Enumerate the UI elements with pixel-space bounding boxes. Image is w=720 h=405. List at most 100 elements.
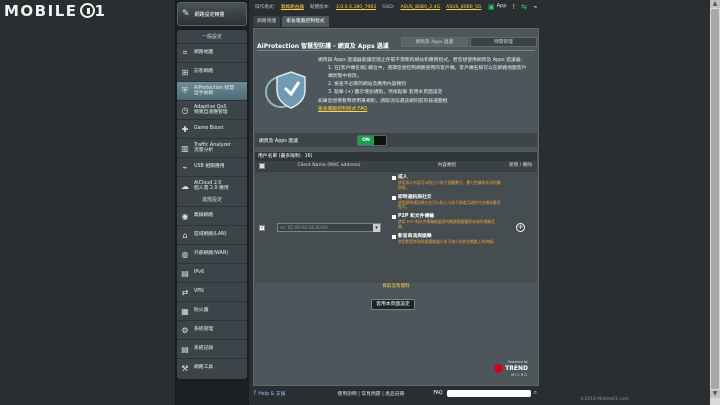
- wifi-icon: ◉: [181, 211, 189, 221]
- trend-micro-logo: Powered by TREND MICRO: [488, 360, 528, 382]
- sidebar-item-firewall[interactable]: ▦ 防火牆: [177, 301, 247, 320]
- sidebar-item-vpn[interactable]: ⇄ VPN: [177, 282, 247, 301]
- general-section: 一般設定 ⌗ 網路地圖 ⊞ 訪客網路 ⛨ AiProtection 智慧 型手術網 ◷…: [177, 30, 247, 197]
- category-adult-checkbox[interactable]: [392, 176, 396, 180]
- operation-mode-link[interactable]: 無線路由器: [281, 4, 304, 10]
- category-streaming-checkbox[interactable]: [392, 234, 396, 239]
- home-icon: ⌂: [182, 230, 188, 240]
- chart-icon: ▥: [181, 143, 189, 153]
- mac-address-input[interactable]: ex: 0C:9D:92:26:80:B0 ▾: [277, 223, 381, 232]
- col-add-delete: 新增 / 刪除: [509, 163, 532, 168]
- client-select-cell: ex: 0C:9D:92:26:80:B0 ▾: [269, 172, 389, 283]
- footer-links[interactable]: 使用說明 | 常見問題 | 產品註冊: [338, 390, 405, 397]
- quick-setup-button[interactable]: ✎ 網路設定精靈: [177, 2, 247, 26]
- general-section-title: 一般設定: [201, 34, 222, 40]
- apply-button[interactable]: 套用本頁面設定: [371, 299, 415, 310]
- globe-icon: ◍: [181, 249, 189, 259]
- category-p2p[interactable]: P2P 和文件傳輸 禁用 P2P 和文件傳輸能讓您的網路頻寬獲得有效的傳輸品質。: [392, 214, 502, 230]
- sidebar-item-usb[interactable]: ⌁ USB 相關應用: [177, 157, 247, 176]
- subtab-time-scheduling[interactable]: 時間管理: [470, 37, 537, 47]
- sidebar-item-network-map[interactable]: ⌗ 網路地圖: [177, 43, 247, 62]
- sidebar-item-administration[interactable]: ⚙ 系統管理: [177, 320, 247, 339]
- sidebar-item-network-tools[interactable]: ⚒ 網路工具: [177, 358, 247, 377]
- filter-enable-toggle[interactable]: ON: [357, 135, 387, 146]
- sidebar-item-aiprotection[interactable]: ⛨ AiProtection 智慧 型手術網: [177, 81, 247, 100]
- description-step-3: 3. 點擊 (+) 圖示增加規則，然後點擊 套用本頁面設定: [328, 90, 443, 96]
- sidebar-item-lan[interactable]: ⌂ 區域網路(LAN): [177, 225, 247, 244]
- row-checkbox-cell: ✓: [255, 172, 269, 283]
- add-cell: +: [504, 172, 537, 283]
- firewall-icon: ▦: [181, 306, 189, 316]
- sidebar-item-traffic-analyzer[interactable]: ▥ Traffic Analyzer 流量分析: [177, 138, 247, 157]
- title-divider: [257, 50, 535, 51]
- category-p2p-checkbox[interactable]: [392, 215, 396, 220]
- sidebar-item-system-log[interactable]: ▤ 系統記錄: [177, 339, 247, 358]
- ssid-24g: ASUS_80B0_2.4G: [400, 4, 441, 10]
- gamepad-icon: ✚: [181, 124, 189, 134]
- client-rules-table: 用戶名單 (最多限制：16) Client Name (MAC address)…: [255, 152, 537, 283]
- row-enable-checkbox[interactable]: ✓: [259, 224, 265, 231]
- status-icons: ▣ App ! ⇆ ⌁: [488, 3, 538, 11]
- log-icon: ▤: [181, 344, 189, 354]
- sidebar-item-guest-network[interactable]: ⊞ 訪客網路: [177, 62, 247, 81]
- faq-link[interactable]: 家長電腦控制程式 FAQ: [318, 106, 530, 114]
- tab-network-protection[interactable]: 網路保護: [253, 16, 281, 27]
- col-client-name: Client Name (MAC address): [297, 163, 361, 168]
- search-icon[interactable]: ⌕: [534, 389, 537, 397]
- category-adult[interactable]: 成人 禁用成人內容可以防止小孩子接觸暴力、暴力色情和非法的藥物等。: [392, 175, 502, 191]
- qos-icon: ◷: [181, 105, 189, 115]
- app-icon[interactable]: ▣: [488, 3, 495, 11]
- tools-icon: ⚒: [181, 363, 189, 373]
- help-icon: ?: [253, 389, 257, 397]
- scroll-up-icon[interactable]: ▲: [710, 0, 720, 8]
- network-status-icon[interactable]: ⇆: [521, 3, 527, 11]
- sidebar-item-game-boost[interactable]: ✚ Game Boost: [177, 119, 247, 138]
- col-content-category: 內容類別: [437, 163, 457, 168]
- cloud-icon: ☁: [181, 181, 189, 191]
- trend-micro-icon: [494, 364, 504, 373]
- select-all-checkbox[interactable]: [259, 163, 265, 169]
- client-dropdown-icon[interactable]: ▾: [373, 223, 380, 232]
- notification-icon[interactable]: !: [512, 3, 515, 11]
- description-step-1: 1. 在[客戶端名稱] 欄位中，選擇您想控制網路使用的客戶端。客戶端名稱可以在網…: [328, 66, 527, 79]
- tab-parental-controls[interactable]: 家長電腦控制程式: [282, 16, 329, 27]
- usb-status-icon[interactable]: ⌁: [533, 3, 537, 11]
- sidebar-item-ipv6[interactable]: ▤ IPv6: [177, 263, 247, 282]
- table-row: ✓ ex: 0C:9D:92:26:80:B0 ▾ 成人 禁用成人內容可以防止小孩子…: [255, 171, 537, 283]
- category-im-social-checkbox[interactable]: [392, 195, 396, 200]
- usb-icon: ⌁: [182, 162, 188, 172]
- mobile01-logo: MOBILE 1: [4, 2, 107, 20]
- sidebar-item-wan[interactable]: ◍ 外部網路(WAN): [177, 244, 247, 263]
- table-header: Client Name (MAC address) 內容類別 新增 / 刪除: [255, 161, 537, 171]
- scrollbar-thumb[interactable]: [711, 9, 719, 389]
- firmware-version-link[interactable]: 3.0.0.4.380_7983: [336, 5, 376, 10]
- toggle-on-state: ON: [358, 136, 374, 145]
- vpn-icon: ⇄: [181, 287, 189, 297]
- admin-icon: ⚙: [181, 325, 189, 335]
- magic-wand-icon: ✎: [182, 9, 190, 19]
- firmware-label: 韌體版本:: [309, 5, 330, 10]
- filter-toggle-label: 網頁及 Apps 過濾: [259, 138, 298, 144]
- category-streaming[interactable]: 影音串流與娛樂 禁用影音串流與娛樂能讓小孩子減少花費在網路上的時間。: [392, 234, 502, 245]
- page-title: AiProtection 智慧型防護 - 網頁及 Apps 過濾: [257, 43, 389, 50]
- scroll-down-icon[interactable]: ▼: [710, 390, 720, 398]
- category-im-social[interactable]: 即時通訊與社交 禁用即時通訊與社交可以防止小孩子過度沉溺於社交網站應用程式。: [392, 195, 502, 211]
- watermark: ©2018 Mobile01.com: [580, 397, 629, 402]
- add-rule-icon[interactable]: +: [516, 223, 525, 232]
- advanced-section-title: 進階設定: [201, 197, 222, 203]
- shield-icon: ⛨: [182, 86, 188, 95]
- sidebar-item-wireless[interactable]: ◉ 無線網路: [177, 206, 247, 225]
- description-intro: 網頁與 Apps 過濾器能讓您阻止存取不需要的網站和應用程式。若您想使用網頁及 …: [318, 58, 526, 63]
- top-tabs: 網路保護 家長電腦控制程式: [253, 16, 329, 27]
- help-support-link[interactable]: Help & 支援: [258, 390, 285, 397]
- sidebar-item-adaptive-qos[interactable]: ◷ Adaptive QoS 頻寬自適應管理: [177, 100, 247, 119]
- faq-search-input[interactable]: [446, 389, 531, 397]
- subtab-web-apps-filter[interactable]: 網頁及 Apps 過濾: [401, 37, 468, 47]
- filter-toggle-row: 網頁及 Apps 過濾: [255, 133, 537, 147]
- ipv6-icon: ▤: [181, 268, 189, 278]
- footer: ? Help & 支援 使用說明 | 常見問題 | 產品註冊 FAQ ⌕: [253, 388, 540, 398]
- protection-shield-icon: [265, 71, 306, 109]
- content-category-cell: 成人 禁用成人內容可以防止小孩子接觸暴力、暴力色情和非法的藥物等。 即時通訊與社交…: [389, 172, 504, 283]
- description-step-2: 2. 檢查不必要的網站及應用內容類別: [328, 82, 407, 88]
- vertical-scrollbar[interactable]: ▲ ▼: [710, 0, 720, 405]
